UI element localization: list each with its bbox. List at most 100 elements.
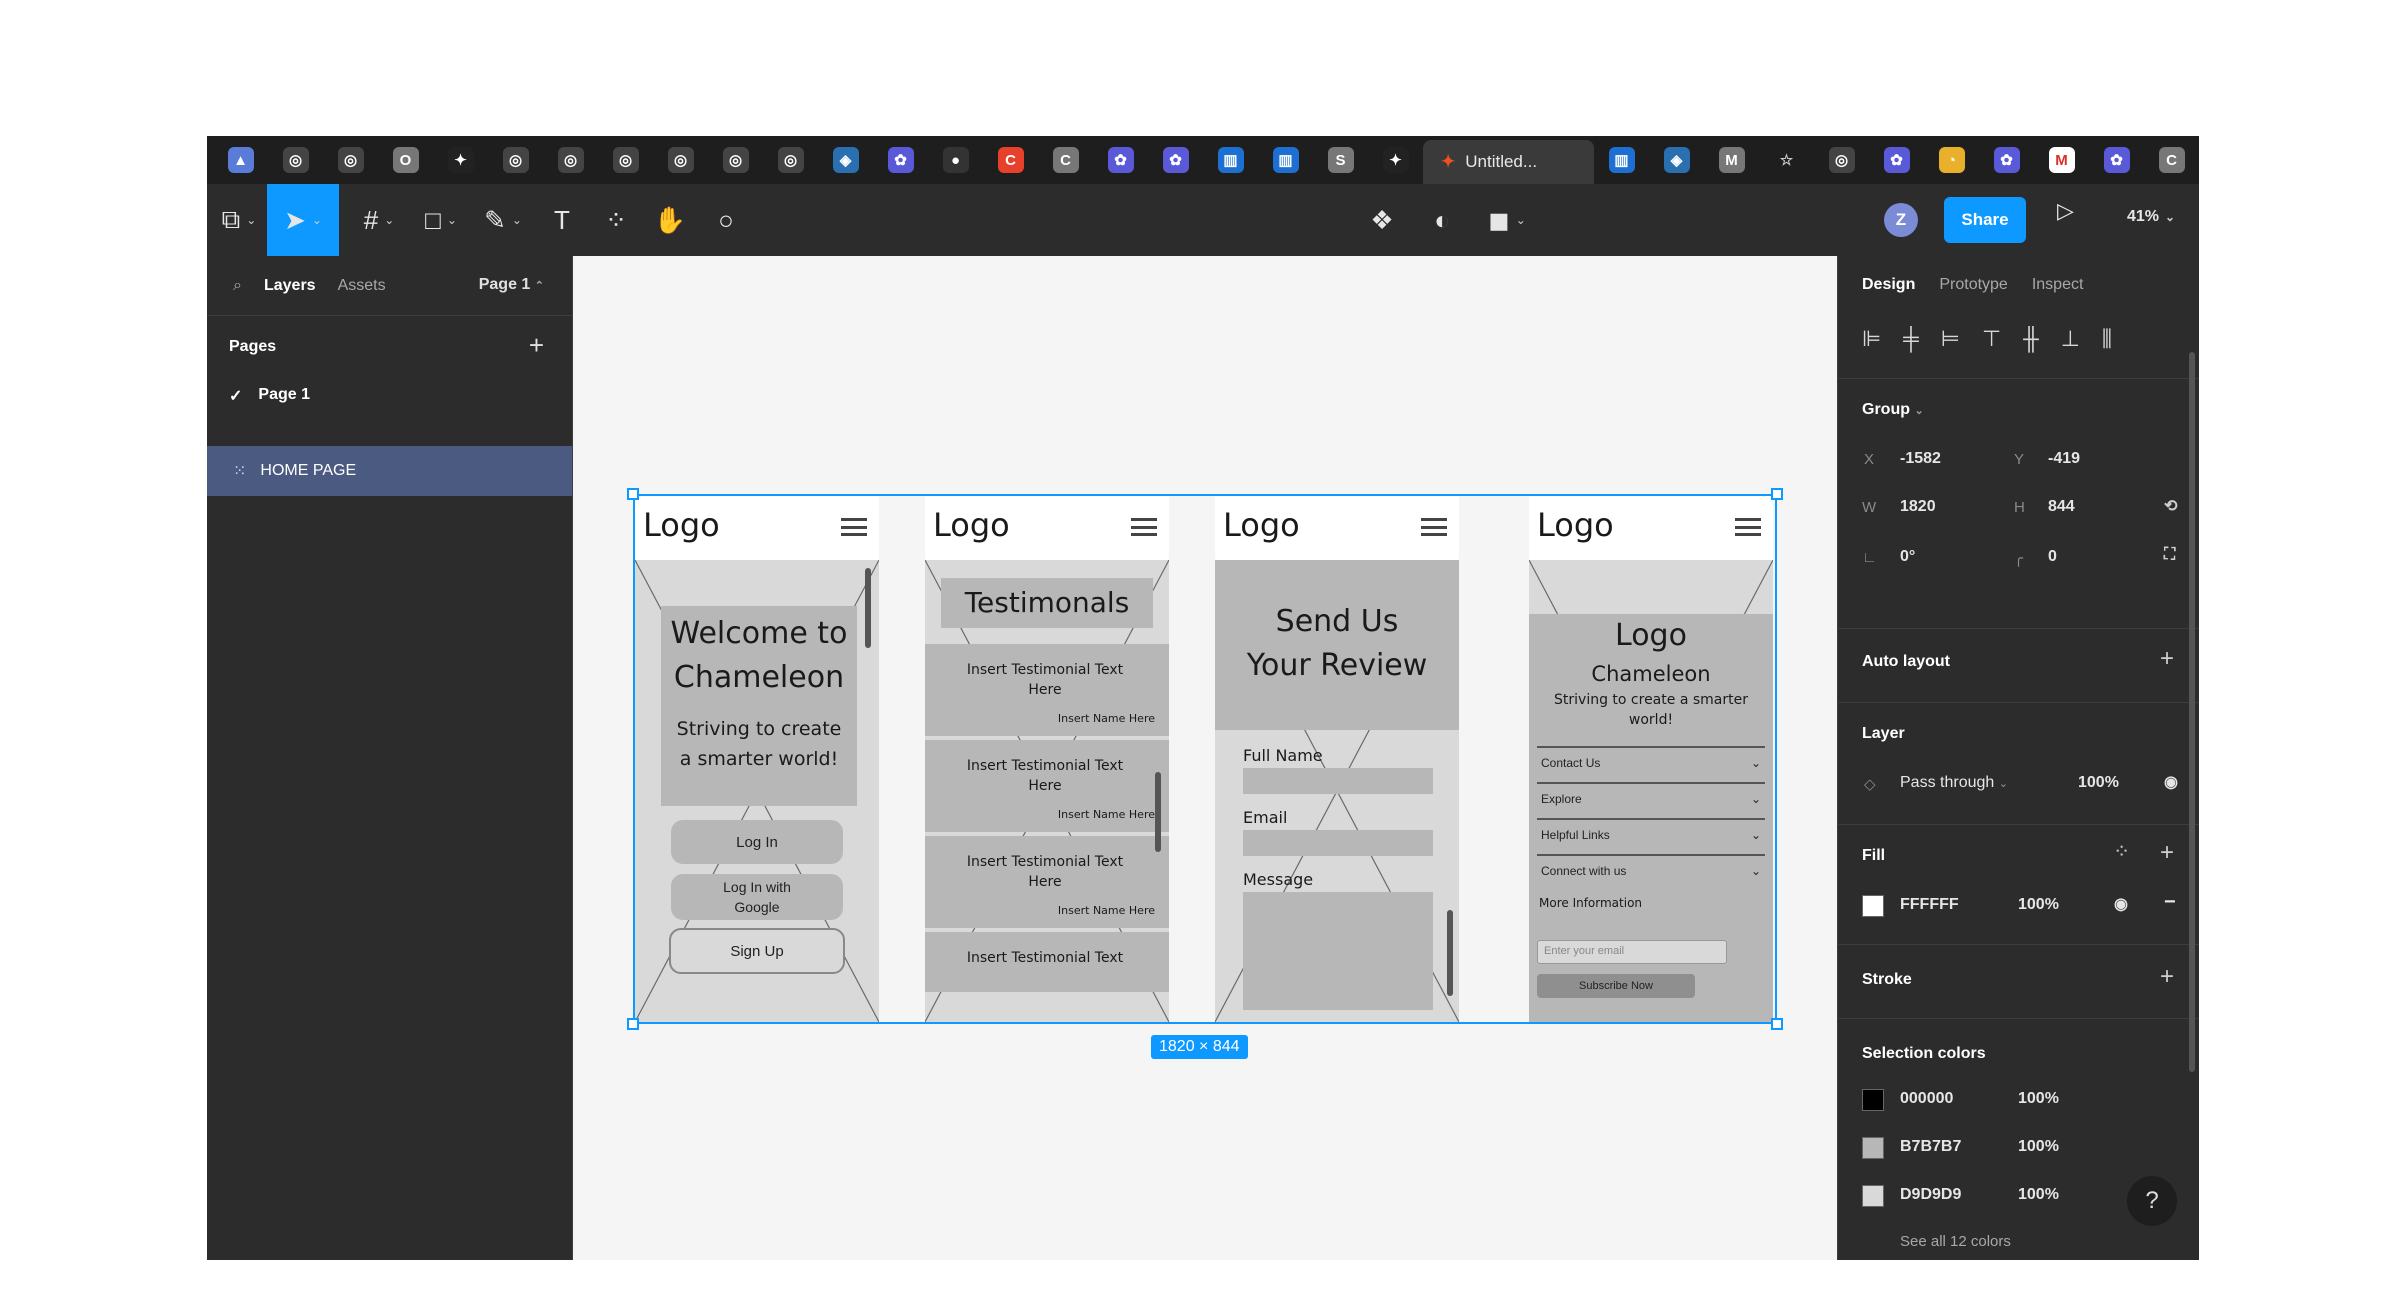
y-field[interactable]: -419	[2048, 450, 2080, 468]
tab-assets[interactable]: Assets	[338, 277, 386, 295]
browser-tab[interactable]: ◎	[543, 136, 598, 184]
browser-tab[interactable]: ☆	[1759, 136, 1814, 184]
page-selector[interactable]: Page 1 ⌃	[479, 276, 544, 294]
browser-tab[interactable]: ✿	[2089, 136, 2144, 184]
browser-tab[interactable]: ▥	[1594, 136, 1649, 184]
styles-icon[interactable]: ⁘	[2113, 839, 2130, 864]
align-left-icon[interactable]: ⊫	[1862, 326, 1881, 352]
pen-tool-button[interactable]: ✎ ⌄	[473, 184, 533, 256]
fill-hex-field[interactable]: FFFFFF	[1900, 896, 1959, 914]
resources-button[interactable]: ⁘	[591, 184, 641, 256]
rotation-field[interactable]: 0°	[1900, 548, 1915, 566]
selection-color-hex[interactable]: B7B7B7	[1900, 1138, 1961, 1156]
mask-button[interactable]: ◐	[1417, 184, 1467, 256]
x-field[interactable]: -1582	[1900, 450, 1941, 468]
selection-color-swatch[interactable]	[1862, 1137, 1884, 1159]
browser-tab[interactable]: ✿	[873, 136, 928, 184]
distribute-icon[interactable]: ⫼	[2102, 326, 2112, 352]
remove-fill-icon[interactable]: −	[2164, 891, 2176, 914]
browser-tab-active[interactable]: ✦ Untitled...	[1423, 140, 1594, 184]
share-button[interactable]: Share	[1944, 197, 2026, 243]
browser-tab[interactable]: ◈	[1649, 136, 1704, 184]
fill-opacity-field[interactable]: 100%	[2018, 896, 2059, 914]
hand-tool-button[interactable]: ✋	[645, 184, 695, 256]
resize-handle-se[interactable]	[1771, 1018, 1783, 1030]
browser-tab[interactable]: C	[2144, 136, 2199, 184]
layer-item-home-page[interactable]: ⁙ HOME PAGE	[207, 446, 572, 496]
main-menu-button[interactable]: ⧉ ⌄	[213, 184, 265, 256]
browser-tab[interactable]: M	[1704, 136, 1759, 184]
browser-tab[interactable]: ◎	[268, 136, 323, 184]
tab-prototype[interactable]: Prototype	[1939, 276, 2007, 294]
browser-tab[interactable]: ◎	[598, 136, 653, 184]
browser-tab[interactable]: ◎	[323, 136, 378, 184]
constrain-proportions-icon[interactable]: ⟲	[2164, 496, 2177, 516]
selection-color-opacity[interactable]: 100%	[2018, 1186, 2059, 1204]
canvas[interactable]: Logo Welcome to Chameleon Striving to cr…	[573, 256, 1837, 1260]
page-item[interactable]: ✓ Page 1	[229, 386, 310, 406]
browser-tab[interactable]: ◎	[488, 136, 543, 184]
avatar[interactable]: Z	[1884, 203, 1918, 237]
height-field[interactable]: 844	[2048, 498, 2075, 516]
frame-tool-button[interactable]: # ⌄	[349, 184, 409, 256]
browser-tab[interactable]: S	[1313, 136, 1368, 184]
browser-tab[interactable]: ✿	[1979, 136, 2034, 184]
text-tool-button[interactable]: T	[537, 184, 587, 256]
tab-design[interactable]: Design	[1862, 276, 1915, 294]
present-button[interactable]: ▷	[2057, 198, 2074, 224]
browser-tab[interactable]: ✦	[433, 136, 488, 184]
tab-inspect[interactable]: Inspect	[2032, 276, 2084, 294]
browser-tab[interactable]: ✿	[1148, 136, 1203, 184]
see-all-colors-link[interactable]: See all 12 colors	[1900, 1233, 2011, 1250]
browser-tab[interactable]: ✿	[1093, 136, 1148, 184]
add-fill-button[interactable]: +	[2160, 839, 2174, 867]
add-page-button[interactable]: +	[529, 330, 544, 361]
browser-tab[interactable]: ◎	[708, 136, 763, 184]
align-top-icon[interactable]: ⊤	[1982, 326, 2001, 352]
browser-tab[interactable]: ●	[928, 136, 983, 184]
component-button[interactable]: ❖	[1357, 184, 1407, 256]
resize-handle-ne[interactable]	[1771, 488, 1783, 500]
browser-tab[interactable]: ✿	[1869, 136, 1924, 184]
browser-tab[interactable]: ◔	[1924, 136, 1979, 184]
browser-tab[interactable]: O	[378, 136, 433, 184]
browser-tab[interactable]: C	[1038, 136, 1093, 184]
panel-scrollbar[interactable]	[2189, 352, 2195, 1072]
layer-opacity-field[interactable]: 100%	[2078, 774, 2119, 792]
fill-swatch[interactable]	[1862, 895, 1884, 917]
eye-icon[interactable]: ◉	[2114, 894, 2128, 914]
shape-tool-button[interactable]: □ ⌄	[411, 184, 471, 256]
selection-color-opacity[interactable]: 100%	[2018, 1138, 2059, 1156]
resize-handle-nw[interactable]	[627, 488, 639, 500]
tab-layers[interactable]: Layers	[264, 277, 316, 295]
comment-tool-button[interactable]: ○	[701, 184, 751, 256]
corner-radius-field[interactable]: 0	[2048, 548, 2057, 566]
browser-tab[interactable]: ▲	[213, 136, 268, 184]
align-bottom-icon[interactable]: ⊥	[2061, 326, 2080, 352]
browser-tab[interactable]: ◎	[763, 136, 818, 184]
eye-icon[interactable]: ◉	[2164, 772, 2178, 792]
boolean-button[interactable]: ◼ ⌄	[1477, 184, 1537, 256]
browser-tab[interactable]: ✦	[1368, 136, 1423, 184]
resize-handle-sw[interactable]	[627, 1018, 639, 1030]
independent-corners-icon[interactable]: ⛶	[2164, 546, 2175, 564]
selection-color-opacity[interactable]: 100%	[2018, 1090, 2059, 1108]
blend-mode-select[interactable]: Pass through ⌄	[1900, 774, 2008, 792]
browser-tab[interactable]: ◎	[1814, 136, 1869, 184]
zoom-menu[interactable]: 41% ⌄	[2127, 208, 2175, 226]
move-tool-button[interactable]: ➤ ⌄	[267, 184, 339, 256]
selection-color-hex[interactable]: D9D9D9	[1900, 1186, 1961, 1204]
selection-color-swatch[interactable]	[1862, 1089, 1884, 1111]
align-right-icon[interactable]: ⊨	[1941, 326, 1960, 352]
selection-color-hex[interactable]: 000000	[1900, 1090, 1953, 1108]
browser-tab[interactable]: C	[983, 136, 1038, 184]
add-stroke-button[interactable]: +	[2160, 963, 2174, 991]
search-icon[interactable]: ⌕	[233, 277, 242, 295]
align-center-icon[interactable]: ╪	[1903, 326, 1919, 352]
browser-tab[interactable]: ◎	[653, 136, 708, 184]
width-field[interactable]: 1820	[1900, 498, 1936, 516]
browser-tab[interactable]: ▥	[1203, 136, 1258, 184]
selection-color-swatch[interactable]	[1862, 1185, 1884, 1207]
browser-tab[interactable]: ◈	[818, 136, 873, 184]
browser-tab[interactable]: M	[2034, 136, 2089, 184]
